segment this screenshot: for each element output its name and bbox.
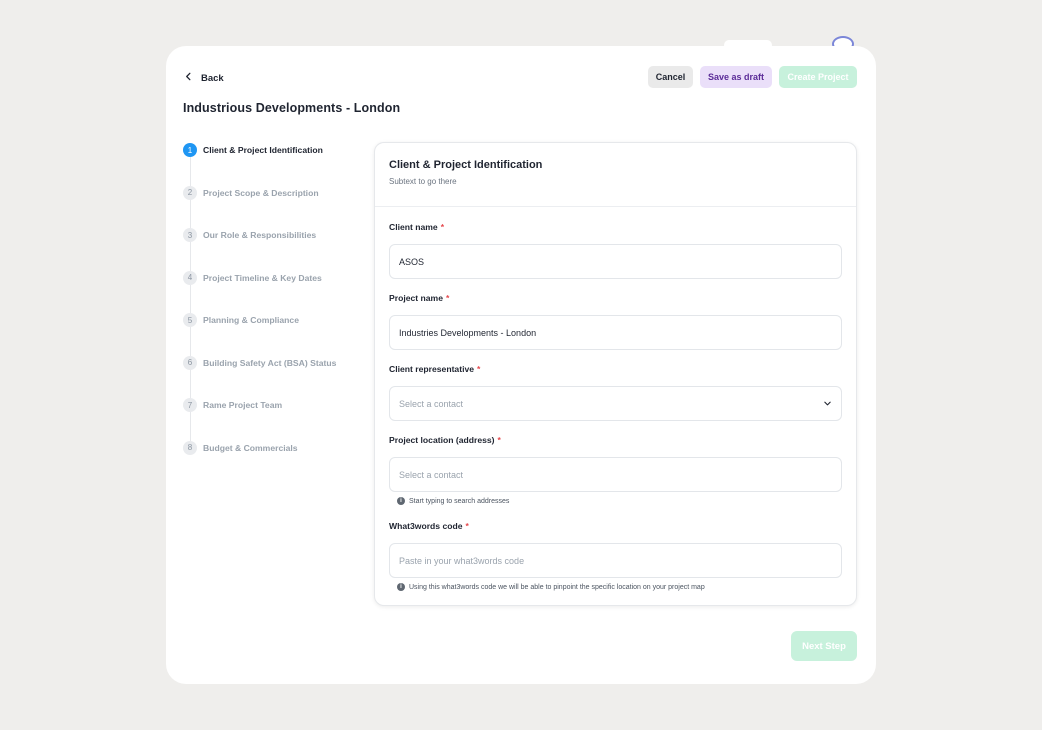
form-subtitle: Subtext to go there bbox=[389, 177, 457, 186]
step-number: 4 bbox=[183, 270, 197, 285]
info-icon: i bbox=[397, 583, 405, 591]
chevron-left-icon bbox=[184, 72, 193, 84]
required-marker: * bbox=[477, 364, 481, 374]
w3w-input[interactable]: Paste in your what3words code bbox=[389, 543, 842, 578]
save-draft-button[interactable]: Save as draft bbox=[700, 66, 772, 88]
location-hint-text: Start typing to search addresses bbox=[409, 497, 510, 505]
step-label: Our Role & Responsibilities bbox=[203, 230, 317, 240]
w3w-hint-text: Using this what3words code we will be ab… bbox=[409, 583, 705, 591]
client-name-input[interactable]: ASOS bbox=[389, 244, 842, 279]
w3w-placeholder: Paste in your what3words code bbox=[399, 555, 525, 566]
required-marker: * bbox=[440, 222, 445, 232]
step-number: 3 bbox=[183, 228, 197, 242]
client-name-field: Client name * ASOS bbox=[389, 222, 842, 279]
header-actions: Cancel Save as draft Create Project bbox=[648, 66, 857, 88]
w3w-hint: i Using this what3words code we will be … bbox=[389, 583, 842, 591]
w3w-label: What3words code * bbox=[389, 521, 469, 531]
step-number: 7 bbox=[183, 398, 197, 412]
step-item[interactable]: 6 Building Safety Act (BSA) Status bbox=[183, 355, 353, 371]
required-marker: * bbox=[445, 293, 450, 303]
step-number: 2 bbox=[183, 185, 197, 200]
step-label: Project Scope & Description bbox=[203, 187, 319, 198]
step-item[interactable]: 8 Budget & Commercials bbox=[183, 440, 353, 456]
client-rep-placeholder: Select a contact bbox=[399, 398, 464, 409]
location-input[interactable]: Select a contact bbox=[389, 457, 842, 492]
info-icon: i bbox=[397, 497, 405, 505]
step-number: 5 bbox=[183, 313, 197, 327]
location-hint: i Start typing to search addresses bbox=[389, 497, 842, 505]
step-number: 8 bbox=[183, 440, 197, 455]
stepper: 1 Client & Project Identification 2 Proj… bbox=[183, 142, 353, 482]
step-item[interactable]: 3 Our Role & Responsibilities bbox=[183, 227, 353, 243]
form-title: Client & Project Identification bbox=[389, 159, 543, 171]
location-field: Project location (address) * Select a con… bbox=[389, 435, 842, 505]
location-label: Project location (address) * bbox=[389, 435, 501, 445]
required-marker: * bbox=[465, 521, 469, 531]
back-button[interactable]: Back bbox=[184, 70, 224, 86]
chevron-down-icon bbox=[823, 399, 832, 408]
client-rep-field: Client representative * Select a contact bbox=[389, 364, 842, 421]
project-name-label: Project name * bbox=[389, 293, 450, 303]
step-item[interactable]: 1 Client & Project Identification bbox=[183, 142, 353, 158]
create-project-button[interactable]: Create Project bbox=[779, 66, 857, 88]
step-label: Project Timeline & Key Dates bbox=[203, 272, 322, 283]
step-item[interactable]: 4 Project Timeline & Key Dates bbox=[183, 270, 353, 286]
location-placeholder: Select a contact bbox=[399, 469, 464, 480]
client-rep-label: Client representative * bbox=[389, 364, 481, 374]
client-name-label: Client name * bbox=[389, 222, 445, 232]
project-name-input[interactable]: Industries Developments - London bbox=[389, 315, 842, 350]
next-step-button[interactable]: Next Step bbox=[791, 631, 857, 661]
step-label: Budget & Commercials bbox=[203, 442, 298, 453]
step-label: Client & Project Identification bbox=[203, 145, 323, 155]
form-panel: Client & Project Identification Subtext … bbox=[374, 142, 857, 606]
w3w-field: What3words code * Paste in your what3word… bbox=[389, 521, 842, 591]
back-label: Back bbox=[201, 72, 224, 84]
step-item[interactable]: 5 Planning & Compliance bbox=[183, 312, 353, 328]
project-name-value: Industries Developments - London bbox=[399, 327, 537, 338]
project-wizard-card: Back Cancel Save as draft Create Project… bbox=[166, 46, 876, 684]
client-rep-select[interactable]: Select a contact bbox=[389, 386, 842, 421]
step-label: Rame Project Team bbox=[203, 400, 283, 410]
step-item[interactable]: 2 Project Scope & Description bbox=[183, 185, 353, 201]
required-marker: * bbox=[497, 435, 501, 445]
form-header: Client & Project Identification Subtext … bbox=[375, 143, 856, 207]
step-number: 1 bbox=[183, 143, 197, 157]
cancel-button[interactable]: Cancel bbox=[648, 66, 693, 88]
step-label: Building Safety Act (BSA) Status bbox=[203, 357, 337, 368]
step-number: 6 bbox=[183, 355, 197, 370]
step-item[interactable]: 7 Rame Project Team bbox=[183, 397, 353, 413]
client-name-value: ASOS bbox=[399, 256, 425, 267]
project-name-field: Project name * Industries Developments - … bbox=[389, 293, 842, 350]
page-title: Industrious Developments - London bbox=[183, 101, 401, 115]
step-label: Planning & Compliance bbox=[203, 315, 299, 325]
